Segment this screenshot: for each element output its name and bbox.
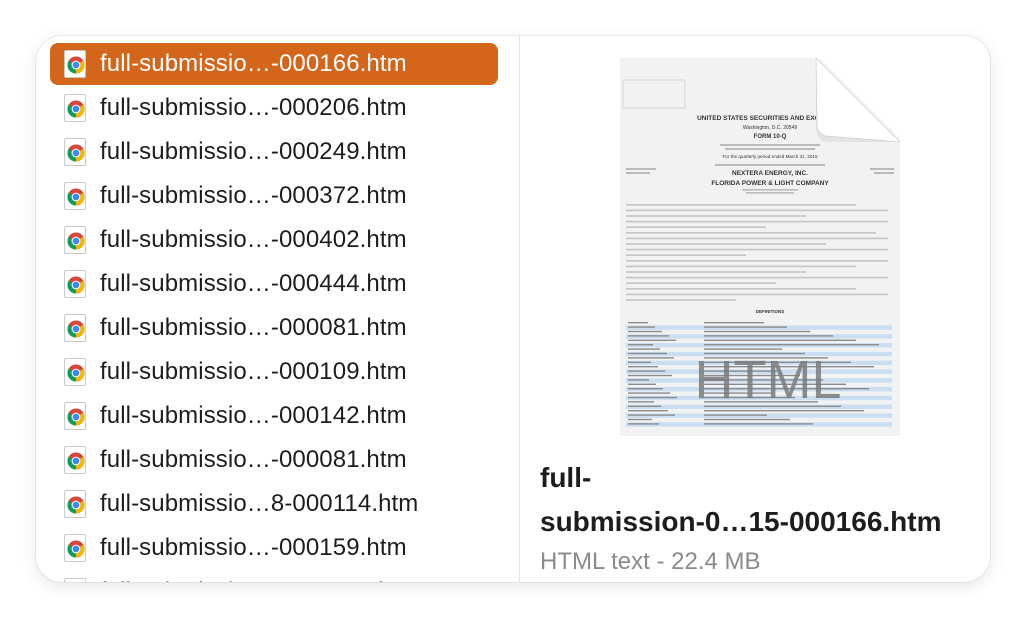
file-row[interactable]: full-submissio…-000166.htm xyxy=(50,43,498,85)
file-name: full-submissio…-000402.htm xyxy=(100,226,407,253)
file-row[interactable]: full-submissio…-000249.htm xyxy=(50,131,498,173)
file-name: full-submissio…-000372.htm xyxy=(100,182,407,209)
preview-filename: full- submission-0…15-000166.htm xyxy=(540,456,980,544)
file-row[interactable]: full-submissio…-000444.htm xyxy=(50,263,498,305)
file-name: full-submissio…-000444.htm xyxy=(100,270,407,297)
file-row[interactable]: full-submissio…-000402.htm xyxy=(50,219,498,261)
file-row[interactable]: full-submissio…3-000119.htm xyxy=(50,571,498,582)
chrome-html-document-icon xyxy=(64,490,86,518)
file-row[interactable]: full-submissio…-000372.htm xyxy=(50,175,498,217)
chrome-html-document-icon xyxy=(64,226,86,254)
file-name: full-submissio…-000249.htm xyxy=(100,138,407,165)
document-thumbnail: UNITED STATES SECURITIES AND EXCHANGE Wa… xyxy=(620,58,900,436)
preview-filename-line2: submission-0…15-000166.htm xyxy=(540,506,942,537)
chrome-html-document-icon xyxy=(64,182,86,210)
html-document-icon: UNITED STATES SECURITIES AND EXCHANGE Wa… xyxy=(620,58,900,436)
thumbnail-section-text: DEFINITIONS xyxy=(756,309,785,314)
chrome-html-document-icon xyxy=(64,446,86,474)
file-row[interactable]: full-submissio…-000109.htm xyxy=(50,351,498,393)
file-name: full-submissio…-000166.htm xyxy=(100,50,407,77)
file-name: full-submissio…-000159.htm xyxy=(100,534,407,561)
file-row[interactable]: full-submissio…-000206.htm xyxy=(50,87,498,129)
thumbnail-period-text: For the quarterly period ended March 31,… xyxy=(723,154,818,159)
thumbnail-form-text: FORM 10-Q xyxy=(754,134,787,140)
chrome-html-document-icon xyxy=(64,402,86,430)
thumbnail-company1-text: NEXTERA ENERGY, INC. xyxy=(732,170,808,177)
file-name: full-submissio…8-000114.htm xyxy=(100,490,419,517)
preview-filename-line1: full- xyxy=(540,462,592,493)
preview-pane: UNITED STATES SECURITIES AND EXCHANGE Wa… xyxy=(520,36,990,582)
chrome-html-document-icon xyxy=(64,534,86,562)
file-name: full-submissio…-000081.htm xyxy=(100,446,407,473)
quick-look-window: full-submissio…-000166.htm full-submissio… xyxy=(36,36,990,582)
file-name: full-submissio…-000109.htm xyxy=(100,358,407,385)
thumbnail-company2-text: FLORIDA POWER & LIGHT COMPANY xyxy=(711,180,829,187)
preview-file-info: HTML text - 22.4 MB xyxy=(540,548,761,575)
chrome-html-document-icon xyxy=(64,94,86,122)
chrome-html-document-icon xyxy=(64,358,86,386)
file-row[interactable]: full-submissio…-000142.htm xyxy=(50,395,498,437)
file-row[interactable]: full-submissio…8-000114.htm xyxy=(50,483,498,525)
chrome-html-document-icon xyxy=(64,138,86,166)
file-row[interactable]: full-submissio…-000081.htm xyxy=(50,439,498,481)
thumbnail-city-text: Washington, D.C. 20549 xyxy=(743,125,798,131)
chrome-html-document-icon xyxy=(64,314,86,342)
chrome-html-document-icon xyxy=(64,50,86,78)
html-watermark-text: HTML xyxy=(695,350,842,410)
file-name: full-submissio…-000081.htm xyxy=(100,314,407,341)
file-name: full-submissio…3-000119.htm xyxy=(100,578,418,582)
file-list[interactable]: full-submissio…-000166.htm full-submissio… xyxy=(36,36,519,582)
chrome-html-document-icon xyxy=(64,578,86,582)
chrome-html-document-icon xyxy=(64,270,86,298)
file-row[interactable]: full-submissio…-000159.htm xyxy=(50,527,498,569)
file-name: full-submissio…-000142.htm xyxy=(100,402,407,429)
file-row[interactable]: full-submissio…-000081.htm xyxy=(50,307,498,349)
file-name: full-submissio…-000206.htm xyxy=(100,94,407,121)
